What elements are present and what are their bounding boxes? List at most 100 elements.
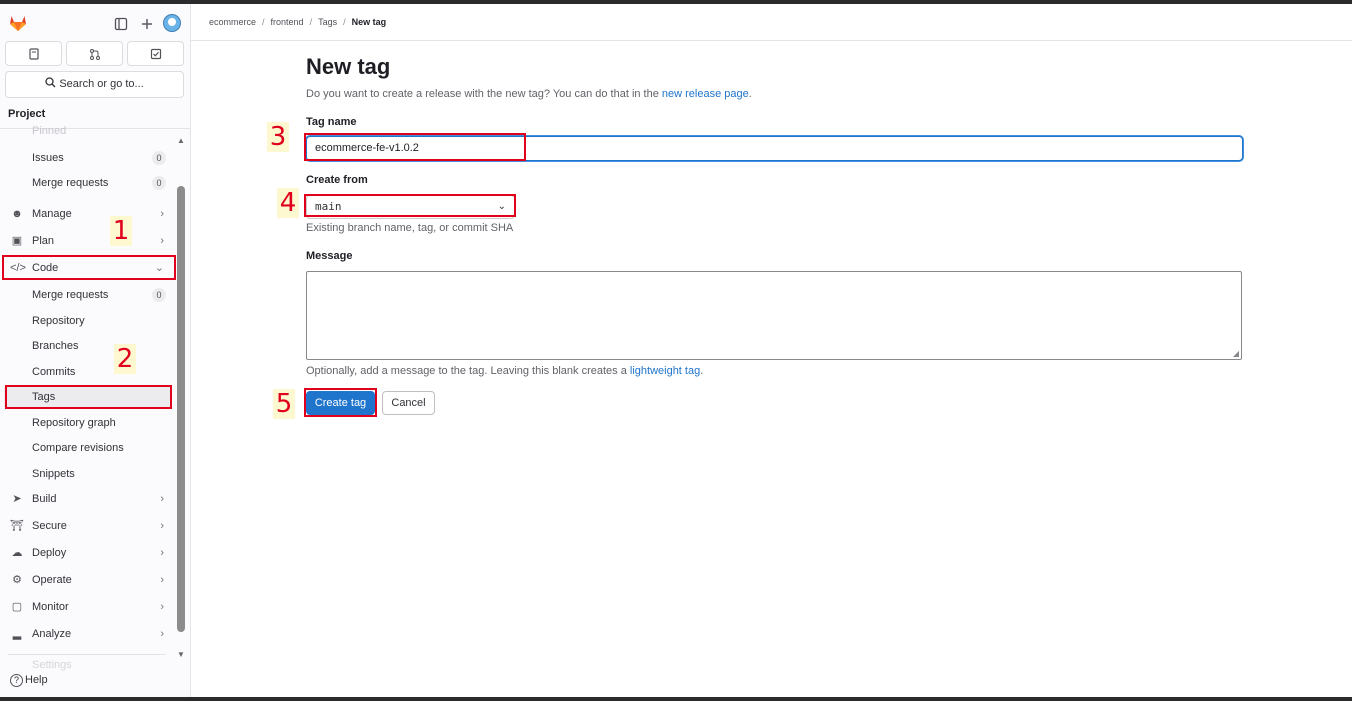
user-avatar[interactable] [163,14,181,32]
help-button[interactable]: ? Help [10,674,48,687]
sidebar-item-analyze[interactable]: ▂ Analyze › [4,622,170,646]
calendar-icon: ▣ [11,235,23,247]
search-label: Search or go to... [59,78,144,90]
sidebar-item-monitor[interactable]: ▢ Monitor › [4,595,170,619]
sidebar-item-compare-revisions[interactable]: Compare revisions [4,436,170,460]
annotation-number: 3 [267,122,289,152]
rocket-icon: ➤ [12,493,22,505]
count-badge: 0 [152,176,166,190]
sidebar-item-label: Branches [32,340,79,352]
sidebar-item-commits[interactable]: Commits [4,360,170,384]
breadcrumb-item[interactable]: frontend [271,17,304,27]
sidebar-item-deploy[interactable]: ☁ Deploy › [4,541,170,565]
sidebar-item-manage[interactable]: ☻ Manage › [4,202,170,226]
sidebar-item-merge-requests-pinned[interactable]: Merge requests 0 [4,171,170,195]
sidebar-item-plan[interactable]: ▣ Plan › [4,229,170,253]
pinned-section-label[interactable]: Pinned [32,125,66,137]
sidebar-item-secure[interactable]: ⛩ Secure › [4,514,170,538]
chevron-right-icon: › [160,574,164,586]
sidebar-item-merge-requests[interactable]: Merge requests 0 [4,283,170,307]
monitor-icon: ▢ [11,601,23,613]
question-icon: ? [10,674,23,687]
sidebar-item-label: Secure [32,520,67,532]
sidebar-item-build[interactable]: ➤ Build › [4,487,170,511]
sidebar-item-repository[interactable]: Repository [4,309,170,333]
sidebar-item-branches[interactable]: Branches [4,334,170,358]
todo-icon [150,48,161,59]
annotation-number: 2 [114,344,136,374]
chevron-right-icon: › [160,235,164,247]
app-window: Search or go to... Project Pinned Issues… [0,4,1352,697]
page-subtitle: Do you want to create a release with the… [306,88,752,100]
breadcrumb-item[interactable]: ecommerce [209,17,256,27]
users-icon: ☻ [11,208,23,220]
sidebar-item-label: Commits [32,366,76,378]
sidebar-item-label: Manage [32,208,72,220]
annotation-box-create-from [304,194,516,217]
sidebar-item-snippets[interactable]: Snippets [4,462,170,486]
sidebar-item-label: Snippets [32,468,75,480]
breadcrumb-separator: / [262,17,265,27]
gitlab-logo-icon[interactable] [8,13,28,33]
sidebar-scrollbar[interactable] [177,186,185,632]
plus-icon[interactable] [138,17,156,35]
annotation-number: 4 [277,188,299,218]
sidebar-item-label: Analyze [32,628,72,640]
merge-request-icon [89,48,100,60]
create-from-hint: Existing branch name, tag, or commit SHA [306,222,514,234]
sidebar-toggle-icon[interactable] [112,17,130,35]
message-textarea[interactable]: ◢ [306,271,1242,360]
sidebar-item-label: Operate [32,574,72,586]
sidebar-item-operate[interactable]: ⚙ Operate › [4,568,170,592]
issues-shortcut-button[interactable] [5,41,62,66]
sidebar-item-repository-graph[interactable]: Repository graph [4,411,170,435]
cancel-button[interactable]: Cancel [382,391,435,415]
new-release-page-link[interactable]: new release page [662,88,749,100]
page-title: New tag [306,54,391,79]
deploy-icon: ☁ [11,547,23,559]
breadcrumb-item[interactable]: Tags [318,17,337,27]
section-title: Project [8,108,46,120]
resize-grip-icon[interactable]: ◢ [1233,349,1239,358]
message-hint-suffix: . [700,365,704,377]
annotation-box-tag-name [304,133,526,161]
sidebar-item-label: Merge requests [32,177,109,189]
annotation-number: 1 [110,216,132,246]
chevron-right-icon: › [160,628,164,640]
sidebar-item-issues[interactable]: Issues 0 [4,146,170,170]
annotation-box-code [2,255,176,280]
todo-shortcut-button[interactable] [127,41,184,66]
sidebar-item-label: Plan [32,235,55,247]
shield-icon: ⛩ [10,520,24,532]
scroll-down-arrow-icon[interactable]: ▼ [177,650,185,659]
chevron-right-icon: › [160,520,164,532]
count-badge: 0 [152,151,166,165]
chevron-right-icon: › [160,547,164,559]
search-button[interactable]: Search or go to... [5,71,184,98]
chart-icon: ▂ [12,628,22,640]
issue-icon [28,48,39,60]
help-label: Help [25,674,48,686]
breadcrumb-separator: / [343,17,346,27]
chevron-right-icon: › [160,208,164,220]
annotation-box-tags [5,385,172,409]
count-badge: 0 [152,288,166,302]
settings-faded-label[interactable]: Settings [32,659,72,671]
divider [0,128,190,129]
search-icon [45,77,56,88]
sidebar-item-label: Deploy [32,547,67,559]
sidebar: Search or go to... Project Pinned Issues… [0,4,191,697]
sidebar-item-label: Repository [32,315,85,327]
sidebar-item-label: Monitor [32,601,69,613]
breadcrumb-separator: / [309,17,313,27]
sidebar-item-label: Compare revisions [32,442,124,454]
window-bottom-border [0,697,1352,701]
subtitle-text: Do you want to create a release with the… [306,88,662,100]
tag-name-label: Tag name [306,116,357,128]
lightweight-tag-link[interactable]: lightweight tag [630,365,700,377]
breadcrumb: ecommerce / frontend / Tags / New tag [209,17,386,27]
chevron-right-icon: › [160,493,164,505]
breadcrumb-current: New tag [351,17,387,27]
merge-requests-shortcut-button[interactable] [66,41,123,66]
scroll-up-arrow-icon[interactable]: ▲ [177,136,185,145]
